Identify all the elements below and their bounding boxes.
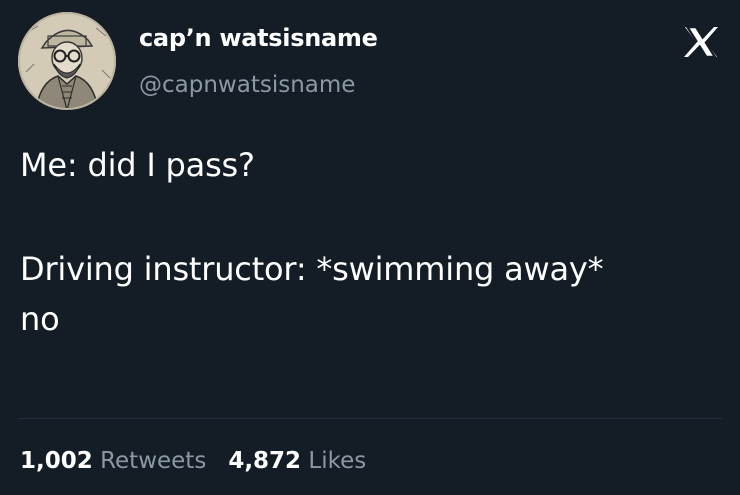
likes-stat[interactable]: 4,872 Likes (228, 448, 366, 474)
tweet-card: cap’n watsisname @capnwatsisname Me: did… (0, 0, 740, 495)
tweet-text-line-1: Me: did I pass? (20, 146, 255, 184)
retweets-count: 1,002 (20, 448, 93, 474)
author-display-name[interactable]: cap’n watsisname (139, 22, 378, 54)
likes-label: Likes (308, 448, 367, 474)
tweet-stats: 1,002 Retweets 4,872 Likes (20, 445, 366, 477)
sketch-portrait-icon (18, 12, 116, 110)
x-logo-icon[interactable] (681, 24, 721, 60)
avatar[interactable] (18, 12, 116, 110)
retweets-label: Retweets (100, 448, 207, 474)
divider (18, 418, 722, 419)
tweet-text-line-2: Driving instructor: *swimming away* (20, 250, 604, 288)
author-handle[interactable]: @capnwatsisname (139, 70, 355, 100)
tweet-text-line-3: no (20, 300, 60, 338)
likes-count: 4,872 (228, 448, 302, 474)
retweets-stat[interactable]: 1,002 Retweets (20, 448, 206, 474)
